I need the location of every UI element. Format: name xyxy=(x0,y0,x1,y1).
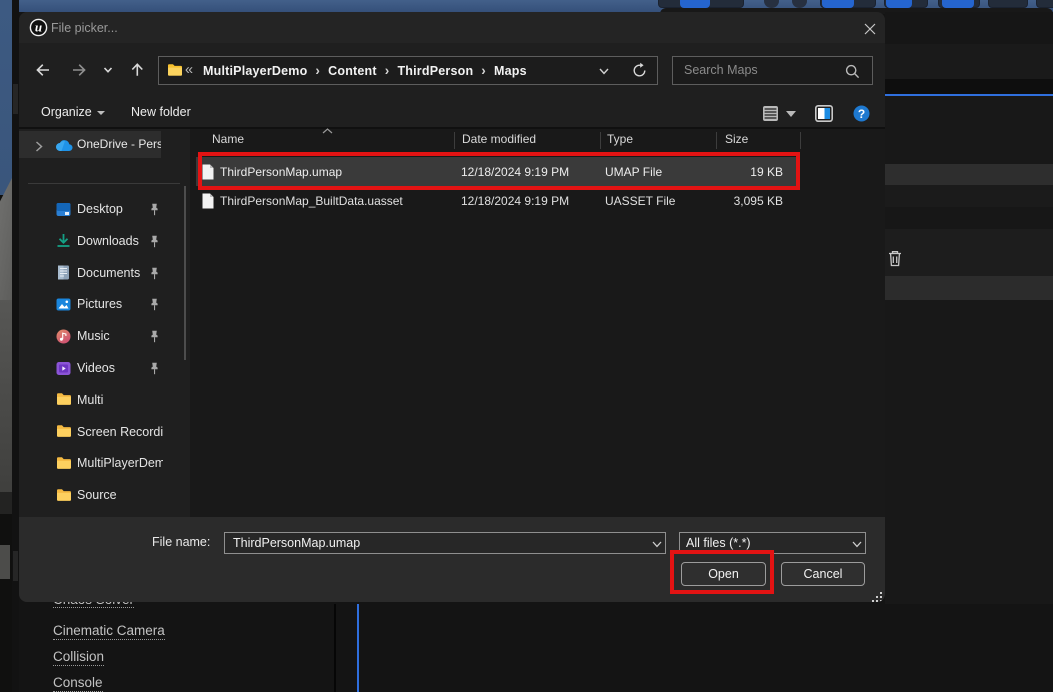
svg-text:u: u xyxy=(35,20,42,35)
svg-text:?: ? xyxy=(858,107,865,121)
